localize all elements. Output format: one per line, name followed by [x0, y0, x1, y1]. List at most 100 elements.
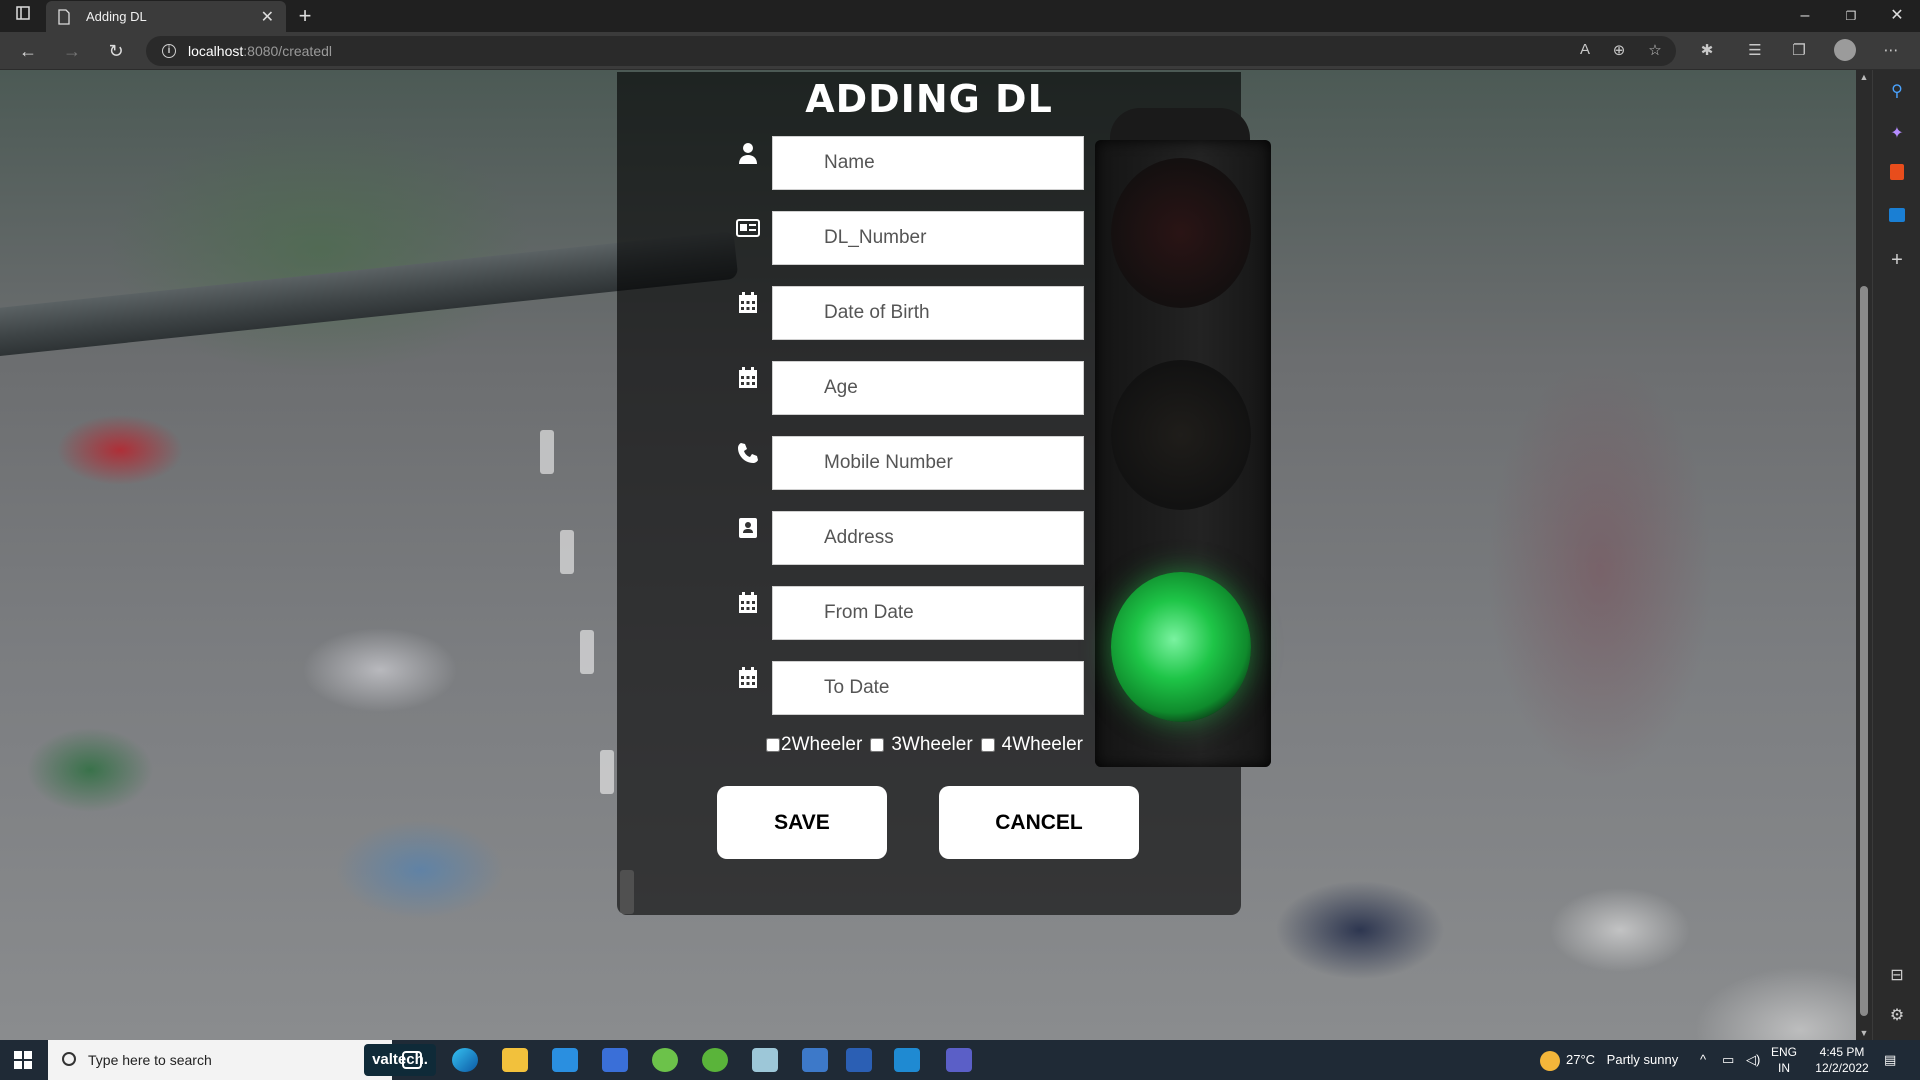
lane-marking [600, 750, 614, 794]
edge-browser-icon[interactable] [452, 1048, 478, 1072]
browser-tab[interactable]: Adding DL ✕ [46, 1, 286, 32]
scroll-down-icon[interactable]: ▼ [1856, 1028, 1872, 1038]
notepad-icon[interactable] [752, 1048, 778, 1072]
close-window-icon[interactable]: ✕ [1874, 4, 1920, 28]
region-code: IN [1778, 1061, 1790, 1075]
checkbox-2wheeler[interactable] [766, 738, 780, 752]
photos-icon[interactable] [802, 1048, 828, 1072]
favorites-icon[interactable]: ☰ [1744, 41, 1766, 59]
address-bar[interactable]: i localhost:8080/createdl [146, 36, 1676, 66]
calendar-icon [736, 666, 760, 690]
read-aloud-icon[interactable]: A [1574, 41, 1596, 58]
word-icon[interactable] [846, 1048, 872, 1072]
file-explorer-icon[interactable] [502, 1048, 528, 1072]
scroll-up-icon[interactable]: ▲ [1856, 72, 1872, 82]
tab-actions-icon[interactable] [0, 4, 46, 28]
weather-temp: 27°C [1566, 1052, 1596, 1067]
traffic-light-red-lamp [1111, 158, 1251, 308]
vehicle-option-3wheeler[interactable]: 3Wheeler [870, 734, 973, 756]
phone-icon [736, 441, 760, 465]
lane-marking [580, 630, 594, 674]
tab-title: Adding DL [86, 9, 147, 24]
mobile-number-input[interactable] [772, 436, 1084, 490]
close-tab-icon[interactable]: ✕ [261, 7, 274, 27]
scrollbar-thumb[interactable] [1860, 286, 1868, 1016]
checkbox-3wheeler[interactable] [870, 738, 885, 752]
add-sidebar-icon[interactable]: + [1885, 248, 1909, 272]
page-scrollbar[interactable]: ▲ ▼ [1856, 70, 1872, 1040]
address-book-icon [736, 516, 760, 540]
collections-icon[interactable]: ❐ [1788, 41, 1810, 59]
calendar-icon [736, 591, 760, 615]
taskbar-search-box[interactable]: Type here to search valtech. [48, 1040, 436, 1080]
new-tab-icon[interactable]: + [282, 4, 328, 28]
calendar-icon [736, 366, 760, 390]
checkbox-label-3wheeler: 3Wheeler [891, 734, 973, 755]
traffic-light-amber-lamp [1111, 360, 1251, 510]
lane-marking [540, 430, 554, 474]
save-button[interactable]: SAVE [717, 786, 887, 859]
checkbox-label-4wheeler: 4Wheeler [1001, 734, 1083, 755]
site-info-icon[interactable]: i [162, 44, 176, 58]
browser-toolbar: ← → ↻ i localhost:8080/createdl A ⊕ ☆ ✱ … [0, 32, 1920, 70]
url-host: localhost [188, 43, 244, 59]
spring-tool-alt-icon[interactable] [702, 1048, 728, 1072]
spring-tool-icon[interactable] [652, 1048, 678, 1072]
page-icon [58, 8, 72, 25]
from-date-input[interactable] [772, 586, 1084, 640]
network-icon[interactable]: ▭ [1722, 1040, 1734, 1080]
forward-icon[interactable]: → [58, 38, 86, 64]
checkbox-label-2wheeler: 2Wheeler [781, 734, 863, 755]
clock-time: 4:45 PM [1819, 1045, 1865, 1059]
traffic-light-green-lamp [1111, 572, 1251, 722]
language-indicator[interactable]: ENG IN [1768, 1044, 1800, 1076]
taskbar-clock[interactable]: 4:45 PM 12/2/2022 [1806, 1044, 1878, 1076]
extensions-icon[interactable]: ✱ [1696, 41, 1718, 59]
id-card-icon [736, 216, 760, 240]
discover-icon[interactable]: ✦ [1885, 122, 1909, 146]
favorite-star-icon[interactable]: ☆ [1644, 41, 1666, 59]
vscode-icon[interactable] [894, 1048, 920, 1072]
traffic-light-image [1095, 140, 1271, 767]
back-icon[interactable]: ← [14, 38, 42, 64]
notifications-icon[interactable]: ▤ [1884, 1040, 1896, 1080]
search-icon[interactable]: ⚲ [1885, 80, 1909, 104]
windows-taskbar: Type here to search valtech. 27°C Partly… [0, 1040, 1920, 1080]
volume-icon[interactable]: ◁) [1746, 1040, 1760, 1080]
task-view-icon[interactable] [402, 1051, 422, 1069]
calendar-icon [736, 291, 760, 315]
url-path: :8080/createdl [243, 43, 332, 59]
taskbar-search-placeholder: Type here to search [88, 1052, 212, 1068]
minimize-icon[interactable]: – [1782, 4, 1828, 28]
store-icon[interactable] [602, 1048, 628, 1072]
restore-icon[interactable]: ❐ [1828, 4, 1874, 28]
settings-gear-icon[interactable]: ⚙ [1885, 1004, 1909, 1028]
name-input[interactable] [772, 136, 1084, 190]
page-viewport: ADDING DL 2Wheeler 3Wheeler [0, 70, 1856, 1040]
teams-icon[interactable] [946, 1048, 972, 1072]
edge-sidebar: ⚲ ✦ + ⊟ ⚙ [1872, 70, 1920, 1040]
office-icon[interactable] [1885, 164, 1909, 188]
vehicle-type-group: 2Wheeler 3Wheeler 4Wheeler [766, 730, 1083, 760]
vehicle-option-2wheeler[interactable]: 2Wheeler [766, 734, 862, 756]
vehicle-option-4wheeler[interactable]: 4Wheeler [980, 734, 1083, 756]
cancel-button[interactable]: CANCEL [939, 786, 1139, 859]
refresh-icon[interactable]: ↻ [102, 38, 130, 64]
valtech-brand-badge[interactable]: valtech. [364, 1044, 436, 1076]
mail-icon[interactable] [552, 1048, 578, 1072]
profile-avatar-icon[interactable] [1834, 39, 1856, 61]
browser-titlebar: Adding DL ✕ + – ❐ ✕ [0, 0, 1920, 32]
show-hidden-icons-icon[interactable]: ^ [1700, 1040, 1706, 1080]
date-of-birth-input[interactable] [772, 286, 1084, 340]
age-input[interactable] [772, 361, 1084, 415]
dl-number-input[interactable] [772, 211, 1084, 265]
checkbox-4wheeler[interactable] [980, 738, 995, 752]
address-input[interactable] [772, 511, 1084, 565]
weather-widget[interactable]: 27°C Partly sunny [1540, 1040, 1678, 1080]
to-date-input[interactable] [772, 661, 1084, 715]
more-menu-icon[interactable]: ⋯ [1880, 41, 1902, 59]
zoom-icon[interactable]: ⊕ [1608, 41, 1630, 59]
outlook-icon[interactable] [1885, 206, 1909, 230]
windows-start-icon[interactable] [14, 1051, 32, 1069]
hide-sidebar-icon[interactable]: ⊟ [1885, 964, 1909, 988]
